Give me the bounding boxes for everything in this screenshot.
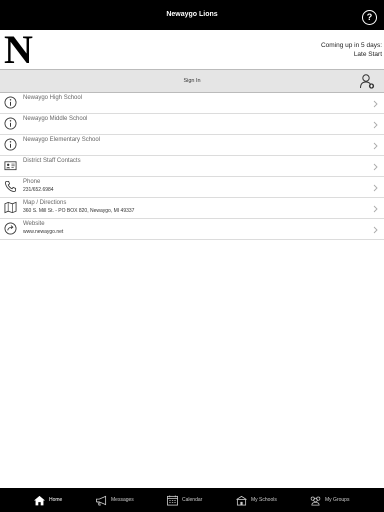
groups-icon (310, 496, 321, 505)
info-icon (4, 138, 17, 151)
list-item-elementary-school[interactable]: Newaygo Elementary School (0, 135, 384, 156)
school-icon (236, 495, 247, 505)
tab-label: Messages (111, 497, 134, 503)
tab-label: My Schools (251, 497, 277, 503)
school-logo: N (4, 27, 33, 72)
upcoming-event-title: Late Start (353, 51, 382, 58)
chevron-right-icon (373, 121, 378, 129)
map-icon (4, 201, 17, 214)
list-item-phone[interactable]: Phone 231/652.6984 (0, 177, 384, 198)
upcoming-event-heading: Coming up in 5 days: (320, 42, 382, 49)
chevron-right-icon (373, 205, 378, 213)
top-bar: Newaygo Lions ? (0, 0, 384, 30)
list-item-map[interactable]: Map / Directions 360 S. Mill St. - PO BO… (0, 198, 384, 219)
calendar-icon (167, 494, 178, 505)
website-url: www.newaygo.net (23, 229, 64, 235)
list-item-staff-contacts[interactable]: District Staff Contacts (0, 156, 384, 177)
info-icon (4, 117, 17, 130)
sign-in-label: Sign In (183, 78, 201, 84)
globe-arrow-icon (4, 222, 17, 235)
tab-home[interactable]: Home (33, 488, 62, 512)
contact-card-icon (4, 161, 17, 171)
tab-label: My Groups (325, 497, 350, 503)
info-list: Newaygo High School Newaygo Middle Schoo… (0, 93, 384, 240)
tab-label: Calendar (182, 497, 203, 503)
chevron-right-icon (373, 100, 378, 108)
list-item-title: Phone (23, 179, 41, 185)
list-item-title: Newaygo Elementary School (23, 137, 101, 143)
help-button[interactable]: ? (362, 10, 377, 25)
list-item-title: Website (23, 221, 45, 227)
banner: N Coming up in 5 days: Late Start (0, 27, 384, 72)
list-item-website[interactable]: Website www.newaygo.net (0, 219, 384, 240)
tab-messages[interactable]: Messages (95, 488, 134, 512)
phone-icon (4, 180, 17, 193)
list-item-title: Map / Directions (23, 200, 67, 206)
upcoming-event[interactable]: Coming up in 5 days: Late Start (321, 41, 382, 59)
app-title: Newaygo Lions (166, 11, 218, 18)
chevron-right-icon (373, 142, 378, 150)
sign-in-bar[interactable]: Sign In (0, 69, 384, 93)
chevron-right-icon (373, 226, 378, 234)
list-item-title: Newaygo High School (23, 95, 83, 101)
tab-my-schools[interactable]: My Schools (235, 488, 277, 512)
list-item-title: District Staff Contacts (23, 158, 81, 164)
info-icon (4, 96, 17, 109)
home-icon (34, 495, 45, 505)
tab-label: Home (49, 497, 63, 503)
user-add-icon[interactable] (359, 73, 375, 89)
address: 360 S. Mill St. - PO BOX 820, Newaygo, M… (23, 208, 135, 214)
phone-number: 231/652.6984 (23, 187, 54, 193)
list-item-title: Newaygo Middle School (23, 116, 88, 122)
chevron-right-icon (373, 163, 378, 171)
list-item-high-school[interactable]: Newaygo High School (0, 93, 384, 114)
megaphone-icon (96, 495, 107, 505)
tab-bar: Home Messages Calendar My Schools My Gro… (0, 488, 384, 512)
chevron-right-icon (373, 184, 378, 192)
tab-my-groups[interactable]: My Groups (309, 488, 349, 512)
tab-calendar[interactable]: Calendar (166, 488, 202, 512)
list-item-middle-school[interactable]: Newaygo Middle School (0, 114, 384, 135)
